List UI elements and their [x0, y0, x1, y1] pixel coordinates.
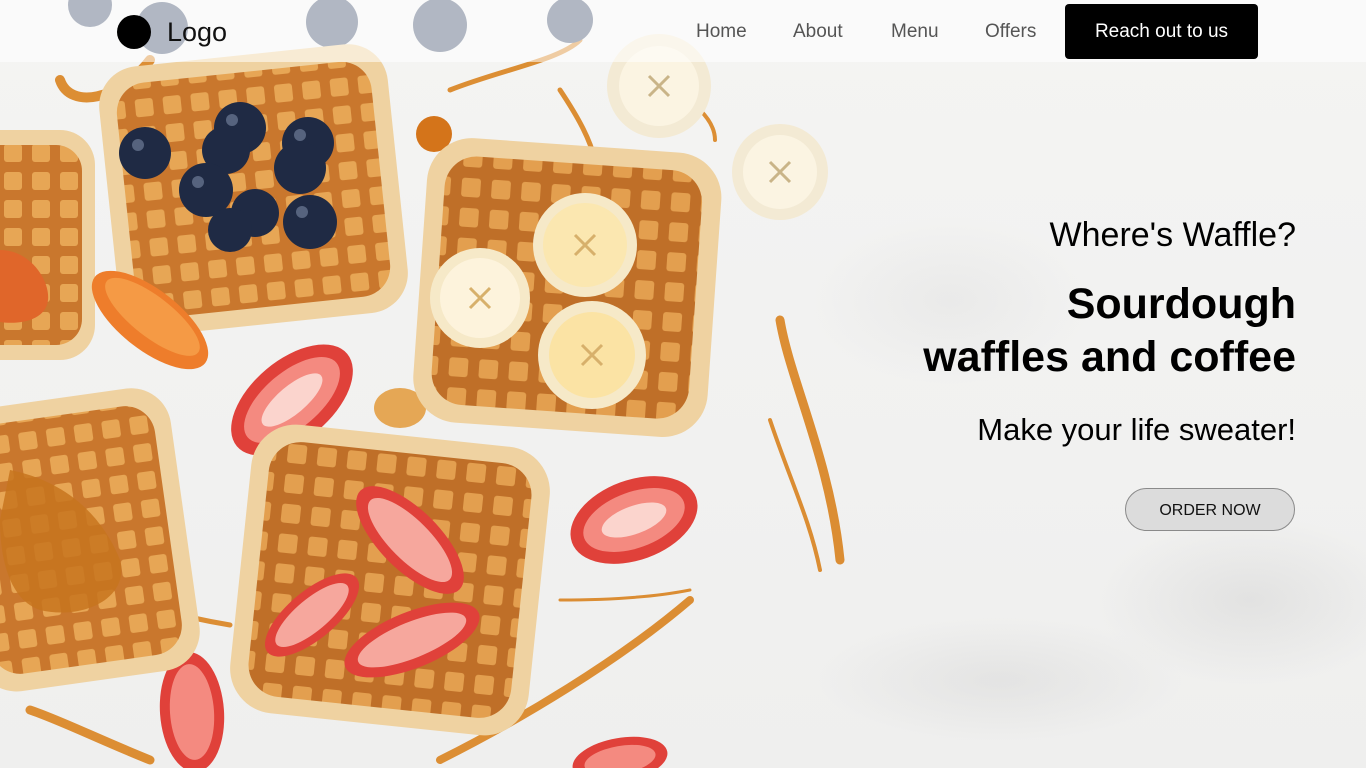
hero-text-block: Where's Waffle? Sourdough waffles and co… [816, 214, 1296, 450]
hero-headline-line1: Sourdough [1066, 280, 1296, 328]
nav-link-offers[interactable]: Offers [985, 20, 1036, 44]
nav-link-about[interactable]: About [793, 20, 843, 44]
hero-tagline: Where's Waffle? [1049, 216, 1296, 254]
reach-out-button[interactable]: Reach out to us [1065, 4, 1258, 59]
hero-subtitle: Make your life sweater! [977, 412, 1296, 447]
nav-link-home[interactable]: Home [696, 20, 747, 44]
order-now-button[interactable]: ORDER NOW [1125, 488, 1295, 531]
logo-text[interactable]: Logo [167, 15, 227, 49]
hero-headline-line2: waffles and coffee [923, 333, 1296, 381]
logo-dot-icon[interactable] [117, 15, 151, 49]
hero-headline: Sourdough waffles and coffee [816, 278, 1296, 384]
nav-link-menu[interactable]: Menu [891, 20, 939, 44]
top-navigation-bar: Logo Home About Menu Offers Reach out to… [0, 0, 1366, 62]
